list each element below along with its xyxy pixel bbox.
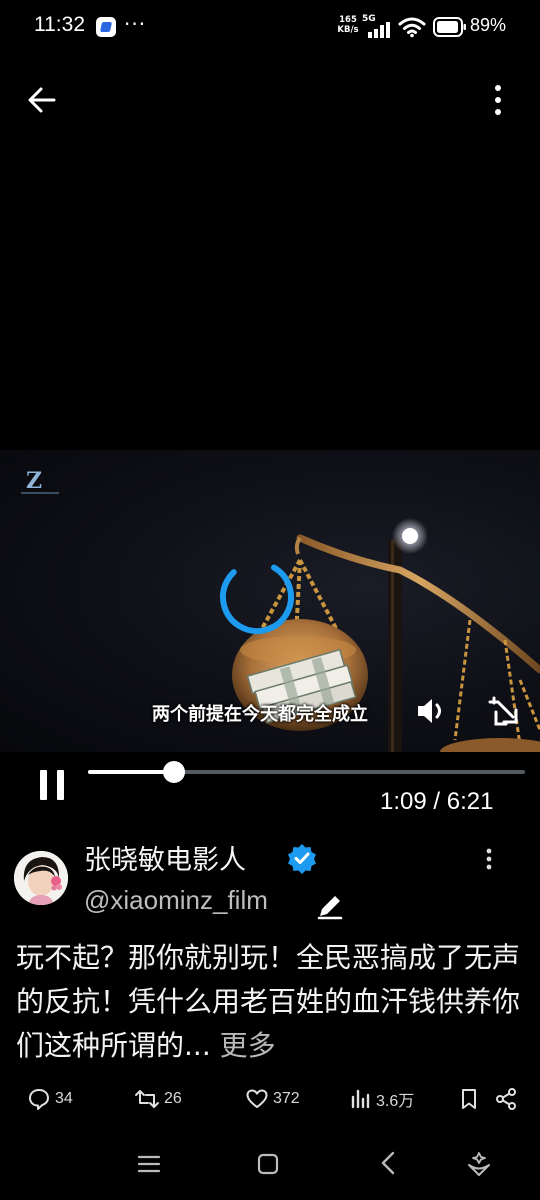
retweet-count: 26 [164, 1090, 182, 1107]
system-back-button[interactable] [378, 1150, 398, 1176]
svg-text:Z: Z [26, 468, 42, 494]
network-speed-unit: KB/s [337, 25, 359, 35]
fullscreen-button[interactable] [486, 694, 522, 730]
battery-icon [433, 17, 466, 37]
show-more-link[interactable]: 更多 [220, 1029, 276, 1062]
menu-lines-icon [137, 1155, 161, 1173]
loading-spinner-icon [220, 560, 294, 634]
back-button[interactable] [24, 84, 60, 116]
author-handle[interactable]: @xiaominz_film [84, 885, 268, 916]
video-subtitle: 两个前提在今天都完全成立 [152, 704, 368, 725]
chevron-left-icon [381, 1151, 395, 1175]
network-speed-value: 165 [339, 15, 357, 25]
video-progress-fill [88, 770, 175, 774]
app-notification-icon [96, 17, 116, 37]
avatar-image [14, 851, 68, 905]
share-icon [496, 1088, 516, 1110]
view-count: 3.6万 [376, 1093, 415, 1110]
bookmark-button[interactable] [458, 1085, 480, 1113]
system-recents-button[interactable] [136, 1152, 162, 1176]
expand-icon [488, 696, 518, 726]
post-ellipsis: ... [184, 1029, 211, 1062]
video-time-display: 1:09 / 6:21 [380, 788, 494, 815]
battery-percent: 89% [470, 15, 507, 35]
bookmark-icon [462, 1089, 476, 1109]
wifi-icon [398, 17, 426, 38]
status-time: 11:32 [34, 13, 85, 36]
author-display-name[interactable]: 张晓敏电影人 [84, 838, 246, 877]
author-avatar[interactable] [14, 851, 68, 905]
channel-watermark-logo: Z [21, 468, 59, 494]
views-button[interactable]: 3.6万 [350, 1085, 414, 1113]
system-assistant-button[interactable] [466, 1150, 492, 1178]
retweet-button[interactable]: 26 [134, 1085, 182, 1113]
views-chart-icon [351, 1089, 370, 1109]
more-notifications-indicator: ··· [124, 12, 147, 36]
heart-icon [246, 1089, 268, 1108]
retweet-icon [135, 1090, 159, 1108]
verified-badge-icon [288, 844, 316, 874]
edit-pencil-icon [317, 896, 343, 920]
pause-icon [40, 770, 64, 800]
speaker-icon [418, 699, 441, 723]
network-speed: 165 KB/s [334, 15, 362, 35]
like-button[interactable]: 372 [245, 1085, 300, 1113]
post-overflow-button[interactable] [478, 846, 500, 872]
vertical-dots-icon [486, 848, 492, 870]
arrow-left-icon [28, 87, 56, 113]
status-bar: 11:32 ··· 165 KB/s 5G 89% [0, 0, 540, 56]
reply-count: 34 [55, 1090, 73, 1107]
volume-button[interactable] [414, 694, 448, 728]
home-square-icon [257, 1153, 279, 1175]
reply-icon [29, 1089, 49, 1110]
vertical-dots-icon [495, 85, 501, 115]
system-home-button[interactable] [256, 1152, 280, 1176]
reply-button[interactable]: 34 [27, 1085, 73, 1113]
video-progress-thumb[interactable] [163, 761, 186, 783]
like-count: 372 [273, 1090, 300, 1107]
signal-icon [368, 22, 390, 38]
pause-button[interactable] [36, 766, 68, 804]
share-button[interactable] [494, 1085, 518, 1113]
assistant-icon [468, 1152, 490, 1176]
post-text: 玩不起？那你就别玩！全民恶搞成了无声的反抗！凭什么用老百姓的血汗钱供养你们这种所… [16, 936, 526, 1068]
overflow-menu-button[interactable] [484, 82, 512, 118]
